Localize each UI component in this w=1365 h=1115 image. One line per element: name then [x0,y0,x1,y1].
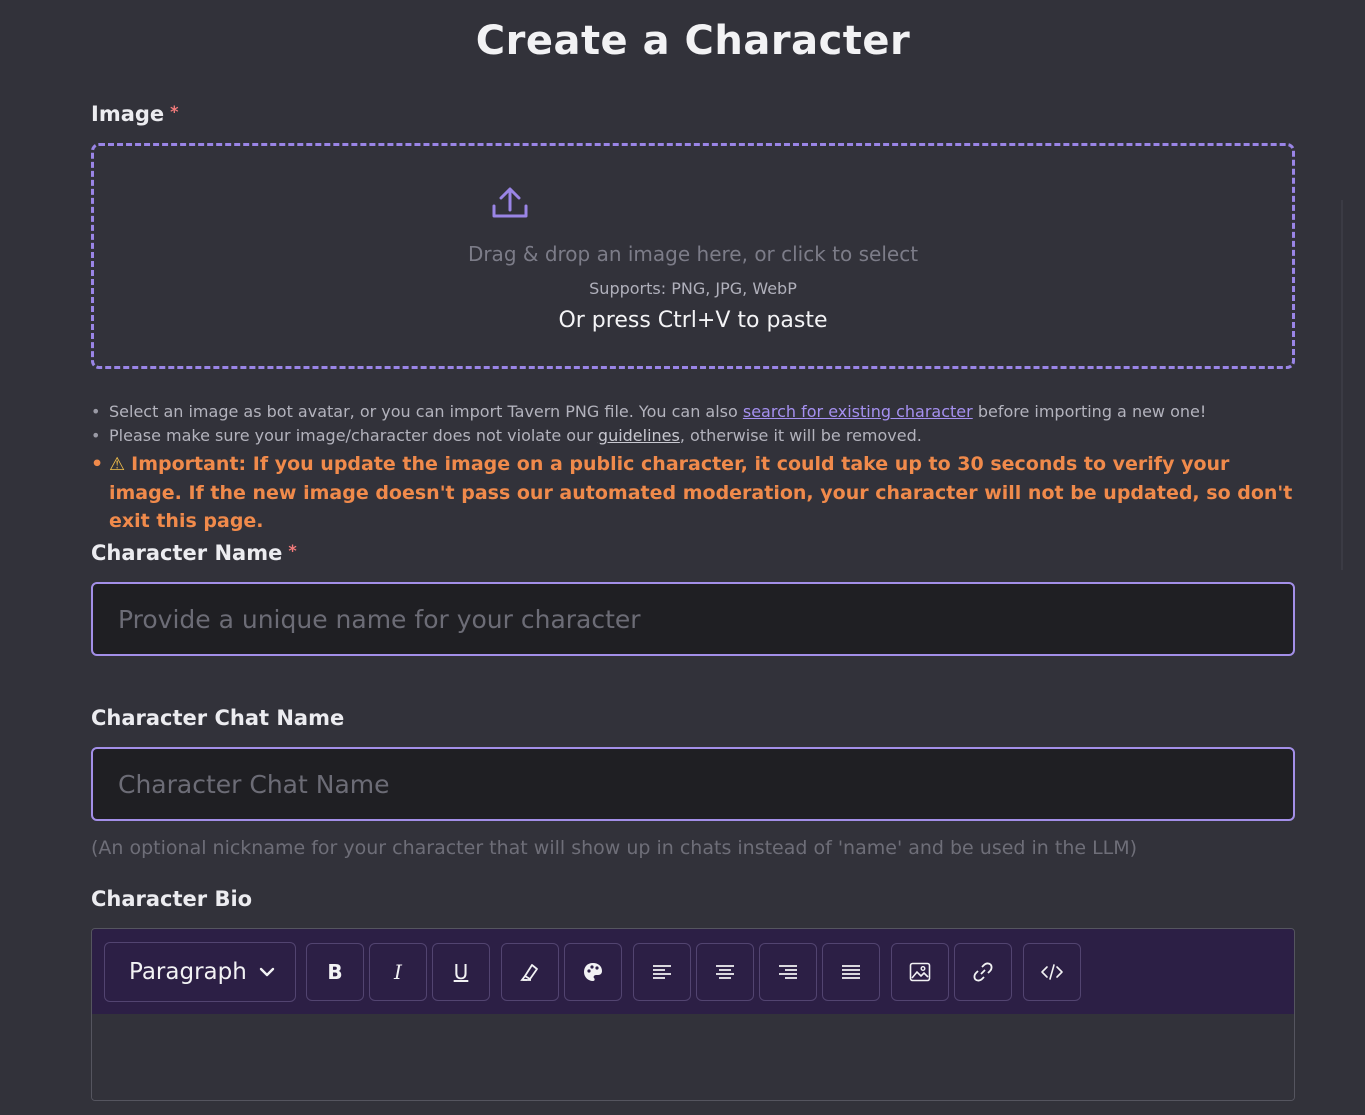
code-button[interactable] [1023,942,1081,1001]
dropzone-supported-formats: Supports: PNG, JPG, WebP [589,279,797,298]
align-justify-button[interactable] [822,942,880,1001]
character-name-label: Character Name * [91,541,297,565]
highlight-button[interactable] [501,942,559,1001]
italic-label: I [394,959,402,984]
upload-icon [492,187,528,218]
underline-label: U [453,959,469,984]
required-mark: * [170,102,179,121]
align-right-icon [779,964,797,979]
block-type-select[interactable]: Paragraph [104,941,296,1002]
chevron-down-icon [259,967,275,976]
align-center-button[interactable] [696,942,754,1001]
character-name-input[interactable] [91,582,1295,656]
character-chat-name-input[interactable] [91,747,1295,821]
bold-button[interactable]: B [306,942,364,1001]
note-guidelines-text: Please make sure your image/character do… [109,426,598,445]
note-warning: ⚠Important: If you update the image on a… [91,450,1301,535]
note-guidelines-text-end: , otherwise it will be removed. [679,426,922,445]
image-icon [909,962,931,981]
align-left-icon [653,964,671,979]
palette-icon [584,962,602,981]
link-icon [973,962,993,981]
note-import: Select an image as bot avatar, or you ca… [91,400,1301,424]
note-guidelines: Please make sure your image/character do… [91,424,1301,448]
code-icon [1041,963,1063,980]
character-name-label-text: Character Name [91,541,283,565]
align-justify-icon [842,964,860,979]
warning-text: If you update the image on a public char… [109,453,1293,532]
search-existing-character-link[interactable]: search for existing character [743,402,973,421]
image-notes: Select an image as bot avatar, or you ca… [91,400,1301,535]
character-bio-label: Character Bio [91,887,253,911]
character-chat-name-label: Character Chat Name [91,706,345,730]
bio-editor-content[interactable] [92,1014,1294,1100]
insert-image-button[interactable] [891,942,949,1001]
warning-strong: Important: [131,453,247,475]
image-label: Image * [91,102,179,126]
bio-editor: Paragraph B I U [91,928,1295,1101]
align-right-button[interactable] [759,942,817,1001]
align-center-icon [716,964,734,979]
page-title: Create a Character [475,18,911,64]
dropzone-paste-hint: Or press Ctrl+V to paste [558,308,828,333]
highlighter-icon [520,963,538,981]
block-type-value: Paragraph [129,958,247,985]
bold-label: B [327,959,343,984]
chat-name-helper-text: (An optional nickname for your character… [91,837,1138,859]
insert-link-button[interactable] [954,942,1012,1001]
note-import-text: Select an image as bot avatar, or you ca… [109,402,743,421]
scrollbar-track[interactable] [1341,200,1343,570]
note-import-text-end: before importing a new one! [972,402,1207,421]
required-mark: * [288,541,297,560]
image-dropzone[interactable]: Drag & drop an image here, or click to s… [91,143,1295,369]
editor-toolbar: Paragraph B I U [92,929,1294,1014]
guidelines-link[interactable]: guidelines [598,426,680,445]
warning-icon: ⚠ [109,454,126,475]
text-color-button[interactable] [564,942,622,1001]
align-left-button[interactable] [633,942,691,1001]
image-label-text: Image [91,102,165,126]
dropzone-instruction: Drag & drop an image here, or click to s… [467,242,919,266]
italic-button[interactable]: I [369,942,427,1001]
underline-button[interactable]: U [432,942,490,1001]
